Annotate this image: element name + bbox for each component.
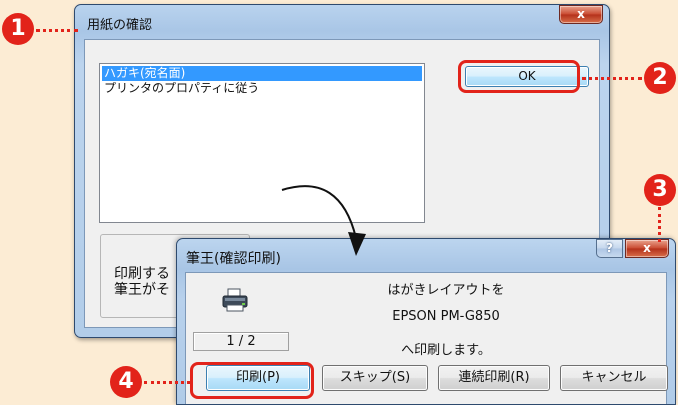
list-item-postcard[interactable]: ハガキ(宛名面) (102, 66, 422, 81)
close-icon: x (577, 7, 585, 21)
list-item-printer-properties[interactable]: プリンタのプロパティに従う (102, 81, 422, 96)
help-button[interactable]: ? (596, 239, 623, 258)
curved-arrow-icon (281, 185, 366, 256)
callout-leader-3 (658, 207, 661, 242)
help-icon: ? (606, 241, 613, 255)
dialog-title: 筆王(確認印刷) (186, 251, 281, 267)
callout-badge-3: 3 (644, 174, 676, 206)
callout-badge-4: 4 (110, 366, 142, 398)
close-button[interactable]: x (625, 239, 669, 258)
message-line3: へ印刷します。 (401, 343, 491, 358)
print-button-highlight (190, 362, 314, 399)
cancel-button[interactable]: キャンセル (560, 365, 668, 391)
info-text-line2: 筆王がそ (114, 282, 170, 298)
callout-leader-4 (144, 381, 190, 384)
close-icon: x (643, 241, 651, 255)
ok-button-highlight (458, 60, 580, 93)
callout-leader-1 (36, 29, 78, 32)
message-line1: はがきレイアウトを (387, 283, 505, 298)
close-button[interactable]: x (559, 5, 603, 24)
skip-button[interactable]: スキップ(S) (322, 365, 428, 391)
dialog-title: 用紙の確認 (87, 18, 153, 33)
print-all-button[interactable]: 連続印刷(R) (438, 365, 550, 391)
page-counter: 1 / 2 (193, 332, 289, 351)
callout-badge-1: 1 (2, 13, 34, 45)
callout-leader-2 (582, 77, 642, 80)
message-printer-name: EPSON PM-G850 (392, 309, 500, 324)
callout-badge-2: 2 (644, 62, 676, 94)
printer-icon (222, 288, 248, 312)
